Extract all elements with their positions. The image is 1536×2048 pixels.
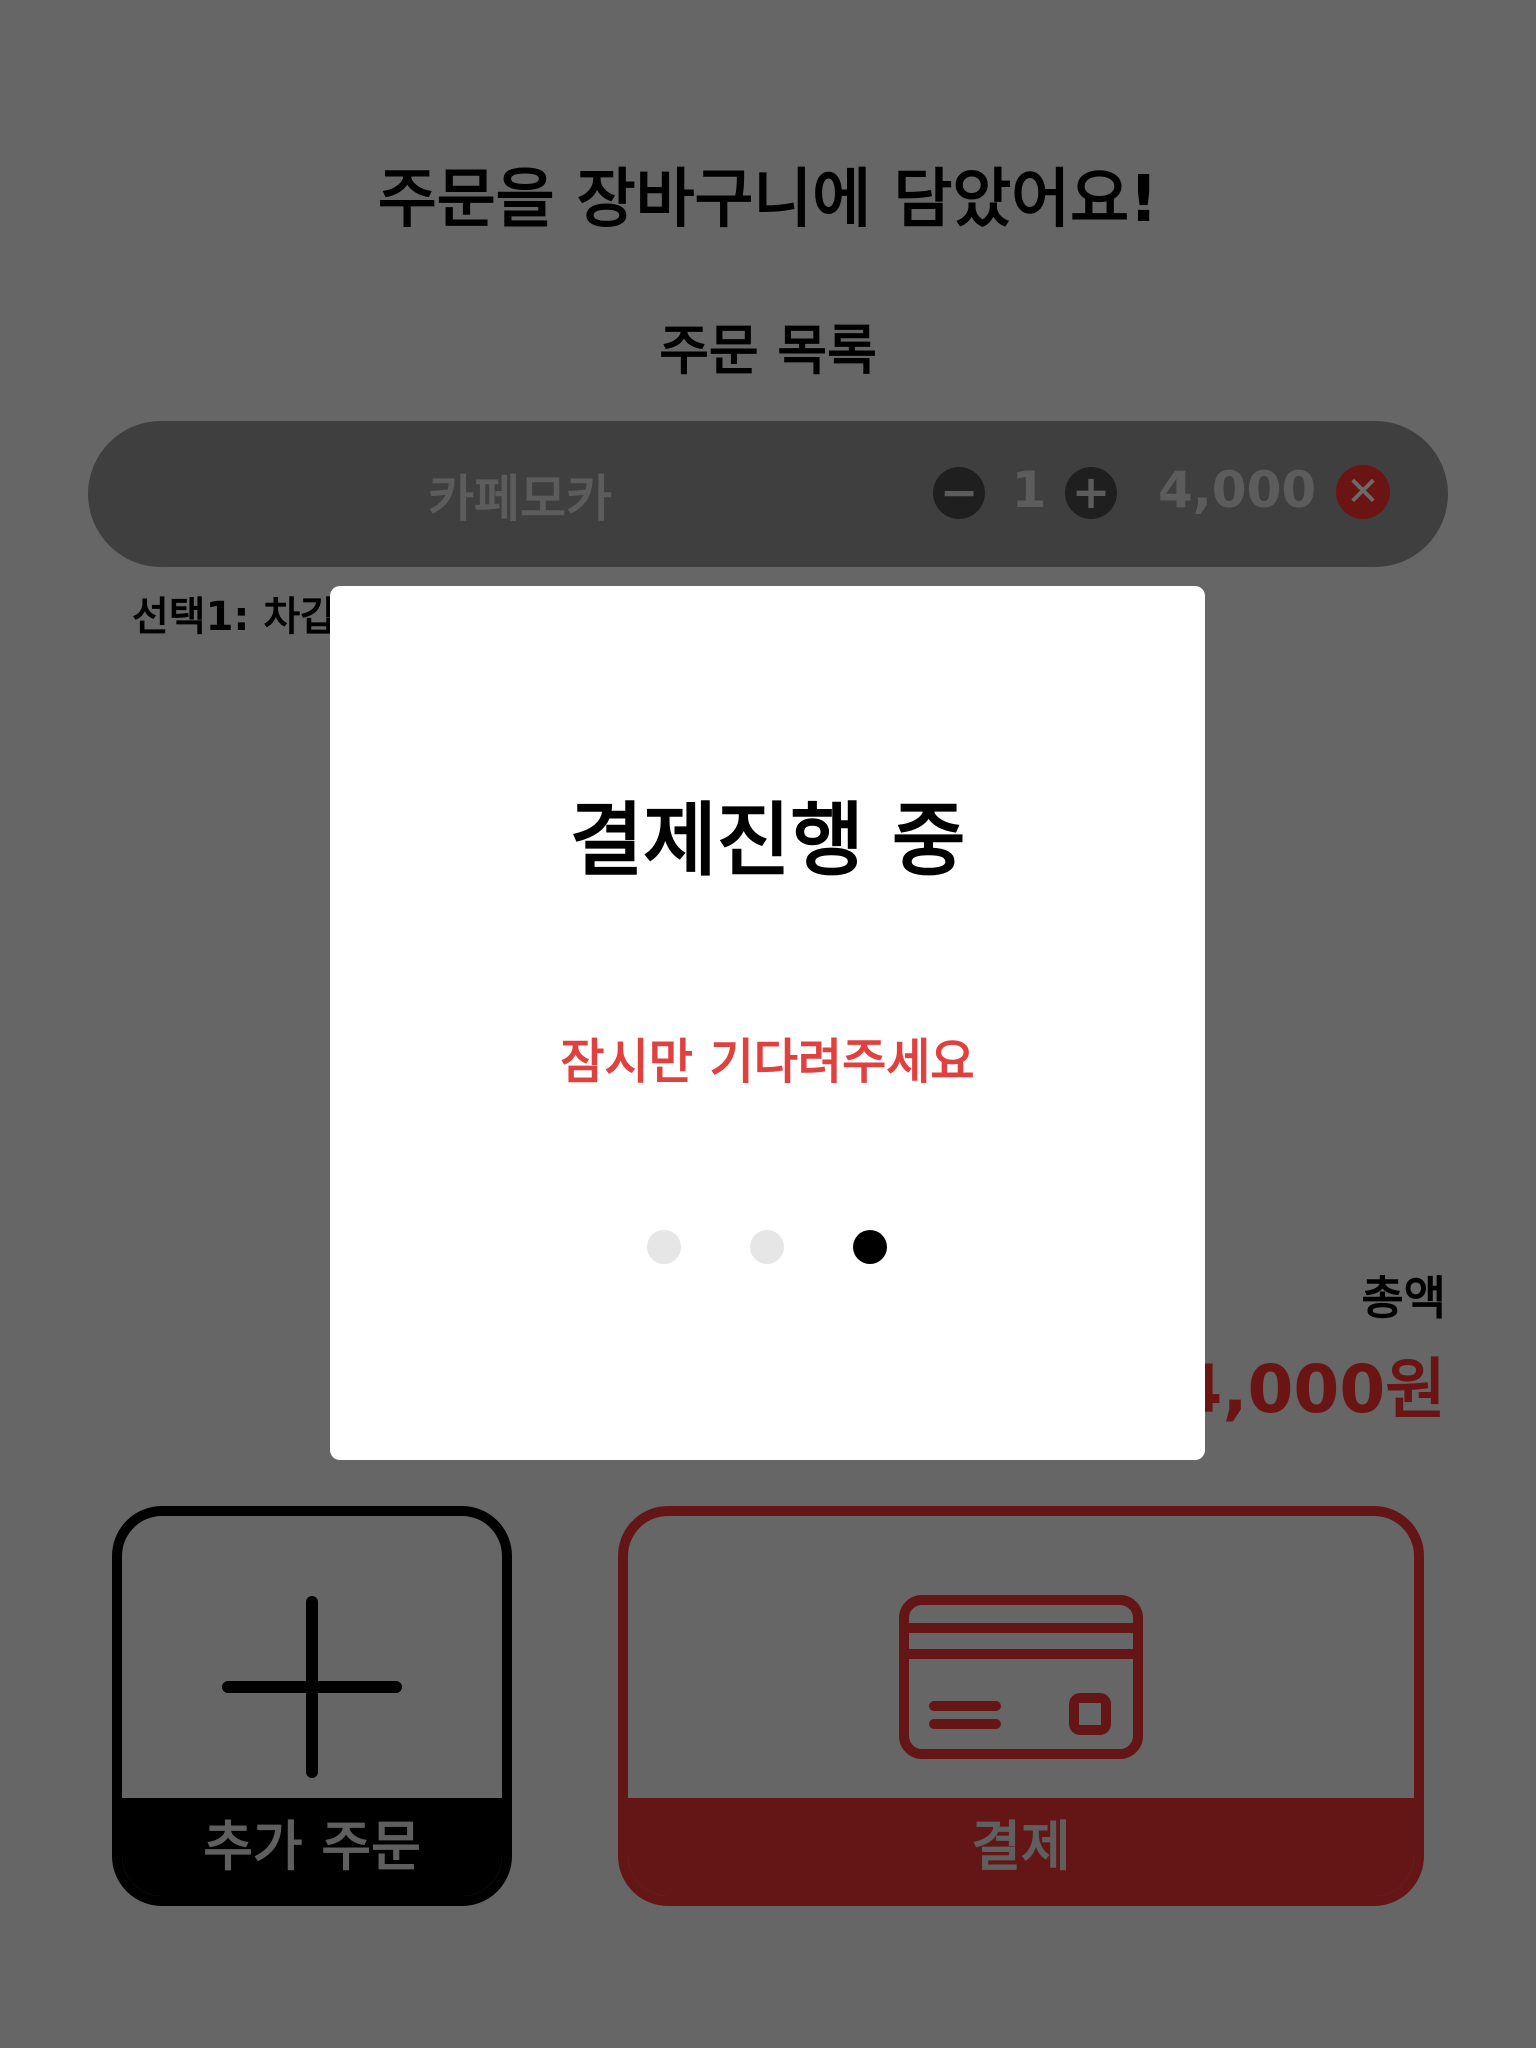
minus-icon[interactable]: −: [933, 467, 985, 519]
total-amount: 4,000원: [1176, 1351, 1446, 1428]
loading-dot: [647, 1230, 681, 1264]
dialog-message: 잠시만 기다려주세요: [560, 1034, 975, 1090]
plus-icon[interactable]: +: [1065, 467, 1117, 519]
close-icon[interactable]: ✕: [1336, 465, 1390, 519]
page-title: 주문을 장바구니에 담았어요!: [377, 163, 1159, 237]
total-label: 총액: [1361, 1271, 1446, 1325]
credit-card-icon: [628, 1516, 1414, 1808]
payment-progress-dialog: 결제진행 중 잠시만 기다려주세요: [330, 586, 1205, 1460]
item-option: 선택1: 차갑: [132, 594, 337, 640]
item-name: 카페모카: [428, 470, 612, 528]
item-price: 4,000: [1158, 461, 1317, 519]
pay-button[interactable]: 결제: [618, 1506, 1424, 1906]
plus-icon: [122, 1516, 502, 1808]
loading-dot-active: [853, 1230, 887, 1264]
dialog-title: 결제진행 중: [569, 794, 966, 887]
add-order-label: 추가 주문: [122, 1798, 502, 1896]
item-quantity: 1: [1011, 461, 1047, 519]
pay-label: 결제: [628, 1798, 1414, 1896]
loading-dot: [750, 1230, 784, 1264]
order-item-row: 카페모카 − 1 + 4,000 ✕: [88, 421, 1448, 567]
add-order-button[interactable]: 추가 주문: [112, 1506, 512, 1906]
order-list-heading: 주문 목록: [659, 319, 877, 382]
